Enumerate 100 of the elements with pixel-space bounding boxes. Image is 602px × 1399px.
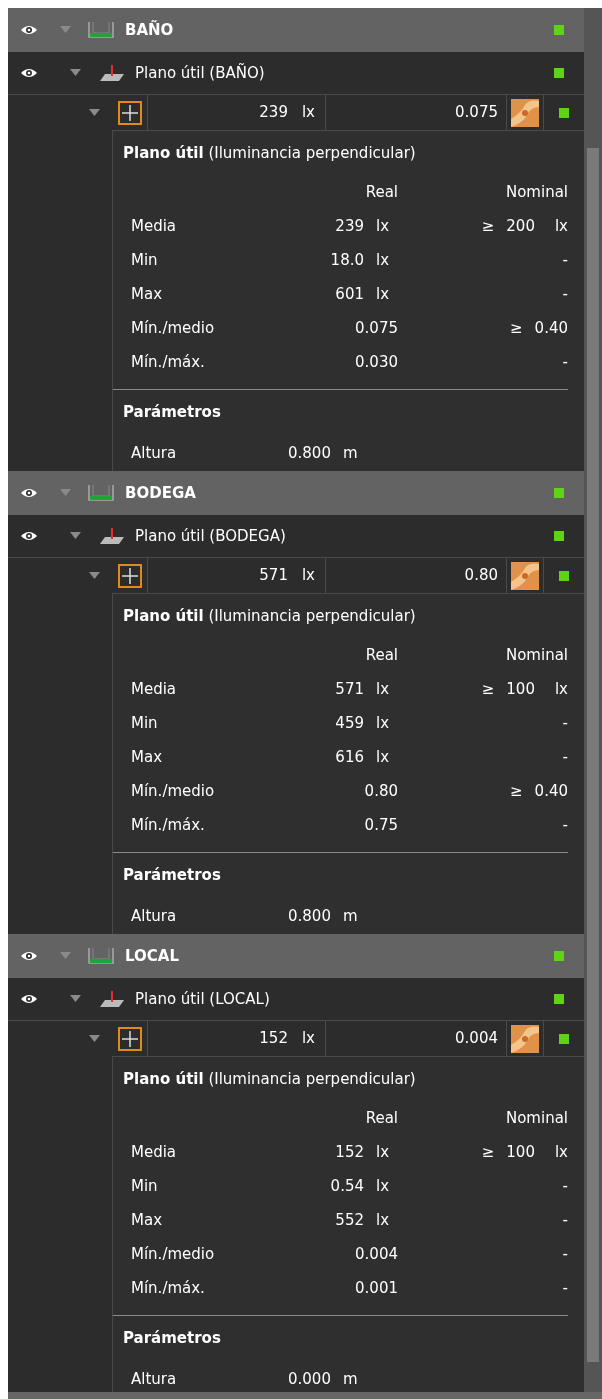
nominal-value: - xyxy=(562,814,568,836)
status-indicator xyxy=(559,107,569,118)
metric-label: Mín./medio xyxy=(130,317,216,339)
plane-label: Plano útil (BAÑO) xyxy=(135,62,265,84)
plane-icon xyxy=(99,64,125,82)
caret-down-icon[interactable] xyxy=(89,109,100,117)
caret-down-icon[interactable] xyxy=(70,532,81,540)
eye-icon[interactable] xyxy=(20,530,38,542)
param-label: Altura xyxy=(130,442,178,464)
grid-icon[interactable] xyxy=(117,100,142,125)
false-color-icon[interactable] xyxy=(511,1024,539,1053)
eye-icon[interactable] xyxy=(20,993,38,1005)
real-value: 459 xyxy=(335,712,364,734)
results-title: Plano útil (Iluminancia perpendicular) xyxy=(123,605,416,627)
eye-icon[interactable] xyxy=(20,67,38,79)
unit-label: m xyxy=(341,442,358,464)
room-name: BODEGA xyxy=(125,482,196,504)
room-icon xyxy=(87,483,115,503)
unit-label: lx xyxy=(553,215,568,237)
status-indicator xyxy=(559,570,569,581)
nominal-value: - xyxy=(562,746,568,768)
caret-down-icon[interactable] xyxy=(70,69,81,77)
real-value: 571 xyxy=(335,678,364,700)
real-value: 0.75 xyxy=(364,814,398,836)
caret-down-icon[interactable] xyxy=(70,995,81,1003)
column-header: Nominal xyxy=(504,181,568,203)
nominal-value: 0.40 xyxy=(534,780,568,802)
plane-row[interactable]: Plano útil (LOCAL) xyxy=(8,978,584,1021)
param-value: 0.000 xyxy=(288,1368,331,1390)
caret-down-icon[interactable] xyxy=(89,572,100,580)
status-indicator xyxy=(554,531,564,541)
section-title: Parámetros xyxy=(123,865,221,887)
unit-label: lx xyxy=(375,283,391,305)
nominal-value: 100 xyxy=(506,1141,535,1163)
caret-down-icon[interactable] xyxy=(89,1035,100,1043)
metric-label: Media xyxy=(130,215,178,237)
real-value: 616 xyxy=(335,746,364,768)
eye-icon[interactable] xyxy=(20,487,38,499)
real-value: 552 xyxy=(335,1209,364,1231)
nominal-value: - xyxy=(562,1277,568,1299)
unit-label: lx xyxy=(375,746,391,768)
grid-icon[interactable] xyxy=(117,563,142,588)
metric-label: Mín./medio xyxy=(130,1243,216,1265)
ratio-value: 0.004 xyxy=(455,1028,498,1050)
nominal-value: - xyxy=(562,1209,568,1231)
status-indicator xyxy=(554,25,564,35)
plane-row[interactable]: Plano útil (BAÑO) xyxy=(8,52,584,95)
metric-label: Min xyxy=(130,712,159,734)
metric-label: Mín./máx. xyxy=(130,351,206,373)
plane-icon xyxy=(99,527,125,545)
scrollbar[interactable] xyxy=(584,8,602,1392)
real-value: 601 xyxy=(335,283,364,305)
plane-row[interactable]: Plano útil (BODEGA) xyxy=(8,515,584,558)
real-value: 18.0 xyxy=(330,249,364,271)
eye-icon[interactable] xyxy=(20,950,38,962)
unit-label: lx xyxy=(375,678,391,700)
real-value: 0.075 xyxy=(355,317,398,339)
column-header: Real xyxy=(364,644,398,666)
eye-icon[interactable] xyxy=(20,24,38,36)
status-indicator xyxy=(559,1033,569,1044)
column-header: Nominal xyxy=(504,1107,568,1129)
unit-label: lx xyxy=(553,678,568,700)
unit-label: lx xyxy=(375,1209,391,1231)
real-value: 0.004 xyxy=(355,1243,398,1265)
operator-symbol: ≥ xyxy=(481,678,495,700)
room-icon xyxy=(87,946,115,966)
real-value: 0.001 xyxy=(355,1277,398,1299)
ratio-value: 0.075 xyxy=(455,102,498,124)
false-color-icon[interactable] xyxy=(511,561,539,590)
false-color-icon[interactable] xyxy=(511,98,539,127)
unit-label: lx xyxy=(553,1141,568,1163)
unit-label: lx xyxy=(375,1175,391,1197)
nominal-value: 100 xyxy=(506,678,535,700)
nominal-value: - xyxy=(562,1175,568,1197)
nominal-value: 0.40 xyxy=(534,317,568,339)
operator-symbol: ≥ xyxy=(481,1141,495,1163)
scrollbar-thumb[interactable] xyxy=(587,148,599,1362)
column-header: Nominal xyxy=(504,644,568,666)
average-value: 152 xyxy=(259,1028,288,1050)
status-indicator xyxy=(554,994,564,1004)
unit-label: m xyxy=(341,1368,358,1390)
metric-label: Max xyxy=(130,1209,163,1231)
unit-label: lx xyxy=(301,565,315,587)
nominal-value: - xyxy=(562,249,568,271)
grid-icon[interactable] xyxy=(117,1026,142,1051)
metric-label: Media xyxy=(130,1141,178,1163)
real-value: 152 xyxy=(335,1141,364,1163)
param-value: 0.800 xyxy=(288,905,331,927)
unit-label: lx xyxy=(301,1028,315,1050)
metric-label: Max xyxy=(130,283,163,305)
operator-symbol: ≥ xyxy=(510,317,523,339)
nominal-value: - xyxy=(562,283,568,305)
nominal-value: - xyxy=(562,712,568,734)
operator-symbol: ≥ xyxy=(510,780,523,802)
metric-label: Min xyxy=(130,249,159,271)
real-value: 0.80 xyxy=(364,780,398,802)
metric-label: Mín./máx. xyxy=(130,1277,206,1299)
metric-label: Max xyxy=(130,746,163,768)
real-value: 239 xyxy=(335,215,364,237)
plane-label: Plano útil (LOCAL) xyxy=(135,988,270,1010)
